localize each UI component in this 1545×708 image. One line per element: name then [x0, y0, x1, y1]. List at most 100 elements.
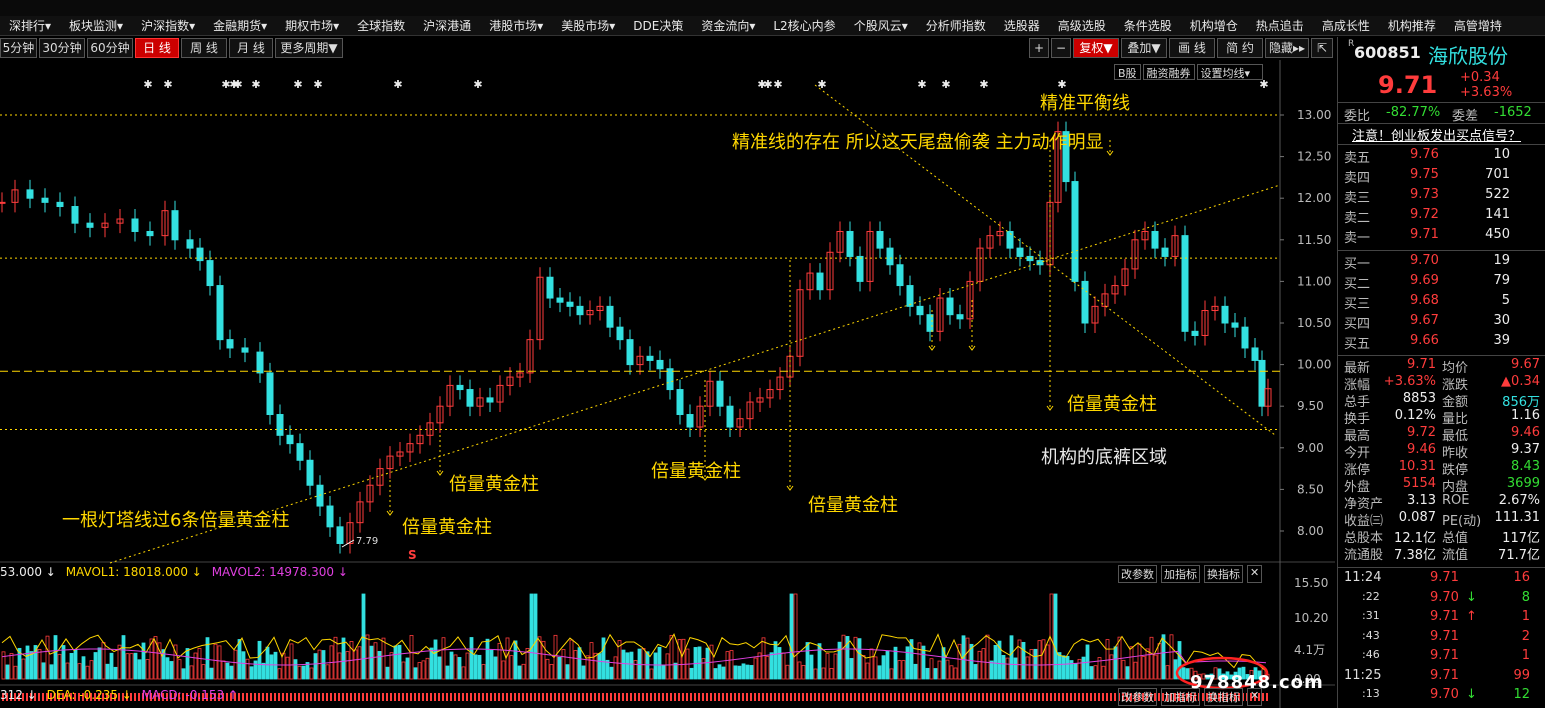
menu-item-7[interactable]: 港股市场▾: [480, 16, 552, 35]
top-nav-strip: [0, 0, 1545, 16]
macd-bar: [750, 693, 752, 701]
more-periods-dropdown[interactable]: 更多周期▼: [275, 38, 343, 58]
volume-bar: [385, 666, 390, 680]
menu-item-11[interactable]: L2核心内参: [764, 16, 844, 35]
menu-item-8[interactable]: 美股市场▾: [552, 16, 624, 35]
menu-item-0[interactable]: 深排行▾: [0, 16, 60, 35]
macd-bar: [702, 693, 704, 701]
macd-bar: [830, 693, 832, 701]
tick-row: 11:24 9.71 16: [1338, 570, 1545, 590]
ask-row[interactable]: 卖五 9.76 10: [1338, 147, 1545, 167]
zoom-in-button[interactable]: +: [1029, 38, 1049, 58]
kline-chart[interactable]: 13.00 12.50 12.00 11.50 11.00 10.50 10.00 9.50 9…: [0, 60, 1335, 708]
macd-bar: [474, 693, 476, 701]
period-5min-button[interactable]: 5分钟: [0, 38, 37, 58]
volume-bar: [197, 648, 202, 680]
candle-body: [1036, 260, 1044, 266]
ma-settings-dropdown[interactable]: 设置均线▾: [1196, 64, 1263, 80]
period-week-button[interactable]: 周 线: [181, 38, 227, 58]
period-month-button[interactable]: 月 线: [229, 38, 273, 58]
b-share-button[interactable]: B股: [1114, 64, 1141, 80]
ask-row[interactable]: 卖四 9.75 701: [1338, 167, 1545, 187]
watermark: 978848.com: [1190, 672, 1324, 693]
volume-bar: [201, 664, 206, 680]
volume-bar: [293, 659, 298, 680]
volume-bar: [145, 659, 150, 680]
macd-bar: [1050, 693, 1052, 701]
menu-item-17[interactable]: 机构增仓: [1181, 16, 1247, 35]
macd-bar: [1114, 693, 1116, 701]
menu-item-5[interactable]: 全球指数: [348, 16, 414, 35]
volume-bar: [661, 665, 666, 680]
ask-row[interactable]: 卖一 9.71 450: [1338, 227, 1545, 247]
candle-body: [1191, 330, 1199, 336]
menu-item-6[interactable]: 沪深港通: [414, 16, 480, 35]
menu-item-15[interactable]: 高级选股: [1049, 16, 1115, 35]
annotation-golden-bar-3: 倍量黄金柱: [449, 474, 539, 495]
zoom-out-button[interactable]: −: [1051, 38, 1071, 58]
simple-mode-button[interactable]: 简 约: [1217, 38, 1263, 58]
volume-bar: [73, 649, 78, 680]
volume-bar: [965, 637, 970, 680]
menu-item-1[interactable]: 板块监测▾: [60, 16, 132, 35]
menu-item-2[interactable]: 沪深指数▾: [132, 16, 204, 35]
volume-bar: [437, 656, 442, 680]
macd-bar: [482, 693, 484, 701]
macd-bar: [710, 693, 712, 701]
stat-row: 收益㈢ 0.087 PE(动) 111.31: [1338, 510, 1545, 529]
volume-add-indicator-button[interactable]: 加指标: [1161, 565, 1200, 583]
bid-row[interactable]: 买三 9.68 5: [1338, 293, 1545, 313]
notice-link[interactable]: 注意！创业板发出买点信号？: [1338, 125, 1545, 144]
price-axis-label: 12.00: [1297, 191, 1331, 205]
volume-bar: [389, 652, 394, 680]
volume-bar: [513, 640, 518, 680]
macd-bar: [782, 693, 784, 701]
ask-row[interactable]: 卖三 9.73 522: [1338, 187, 1545, 207]
period-30min-button[interactable]: 30分钟: [39, 38, 85, 58]
annotation-main: 精准线的存在 所以这天尾盘偷袭 主力动作明显: [732, 132, 1104, 153]
tick-time: :46: [1362, 648, 1380, 661]
volume-bar: [49, 664, 54, 680]
draw-line-button[interactable]: 画 线: [1169, 38, 1215, 58]
period-60min-button[interactable]: 60分钟: [87, 38, 133, 58]
menu-item-4[interactable]: 期权市场▾: [276, 16, 348, 35]
menu-item-14[interactable]: 选股器: [995, 16, 1049, 35]
menu-item-16[interactable]: 条件选股: [1115, 16, 1181, 35]
candle-body: [646, 355, 654, 361]
ask-row[interactable]: 卖二 9.72 141: [1338, 207, 1545, 227]
margin-trading-button[interactable]: 融资融券: [1142, 64, 1195, 80]
menu-item-13[interactable]: 分析师指数: [917, 16, 995, 35]
menu-item-9[interactable]: DDE决策: [624, 16, 692, 35]
candle-body: [896, 264, 904, 287]
bid-row[interactable]: 买四 9.67 30: [1338, 313, 1545, 333]
menu-item-10[interactable]: 资金流向▾: [692, 16, 764, 35]
bid-row[interactable]: 买五 9.66 39: [1338, 333, 1545, 353]
menu-item-21[interactable]: 高管增持: [1445, 16, 1511, 35]
bid-row[interactable]: 买一 9.70 19: [1338, 253, 1545, 273]
volume-bar: [897, 660, 902, 680]
hide-panel-button[interactable]: 隐藏▸▸: [1265, 38, 1309, 58]
overlay-dropdown[interactable]: 叠加▼: [1121, 38, 1167, 58]
menu-item-3[interactable]: 金融期货▾: [204, 16, 276, 35]
macd-bar: [730, 693, 732, 701]
menu-item-20[interactable]: 机构推荐: [1379, 16, 1445, 35]
volume-bar: [1105, 639, 1110, 680]
bid-volume: 39: [1493, 333, 1510, 348]
volume-param-button[interactable]: 改参数: [1118, 565, 1157, 583]
volume-swap-indicator-button[interactable]: 换指标: [1204, 565, 1243, 583]
fuquan-dropdown[interactable]: 复权▼: [1073, 38, 1119, 58]
menu-item-18[interactable]: 热点追击: [1247, 16, 1313, 35]
volume-bar: [417, 662, 422, 680]
macd-bar: [982, 693, 984, 701]
bid-volume: 5: [1501, 293, 1510, 308]
menu-item-19[interactable]: 高成长性: [1313, 16, 1379, 35]
expand-icon[interactable]: ⇱: [1311, 38, 1333, 58]
volume-bar: [705, 647, 710, 680]
volume-close-icon[interactable]: ✕: [1247, 565, 1263, 583]
macd-param-button[interactable]: 改参数: [1118, 688, 1157, 706]
menu-item-12[interactable]: 个股风云▾: [845, 16, 917, 35]
bid-row[interactable]: 买二 9.69 79: [1338, 273, 1545, 293]
period-day-button[interactable]: 日 线: [135, 38, 179, 58]
stat-row: 总手 8853 金额 856万: [1338, 391, 1545, 410]
volume-bar: [477, 654, 482, 680]
